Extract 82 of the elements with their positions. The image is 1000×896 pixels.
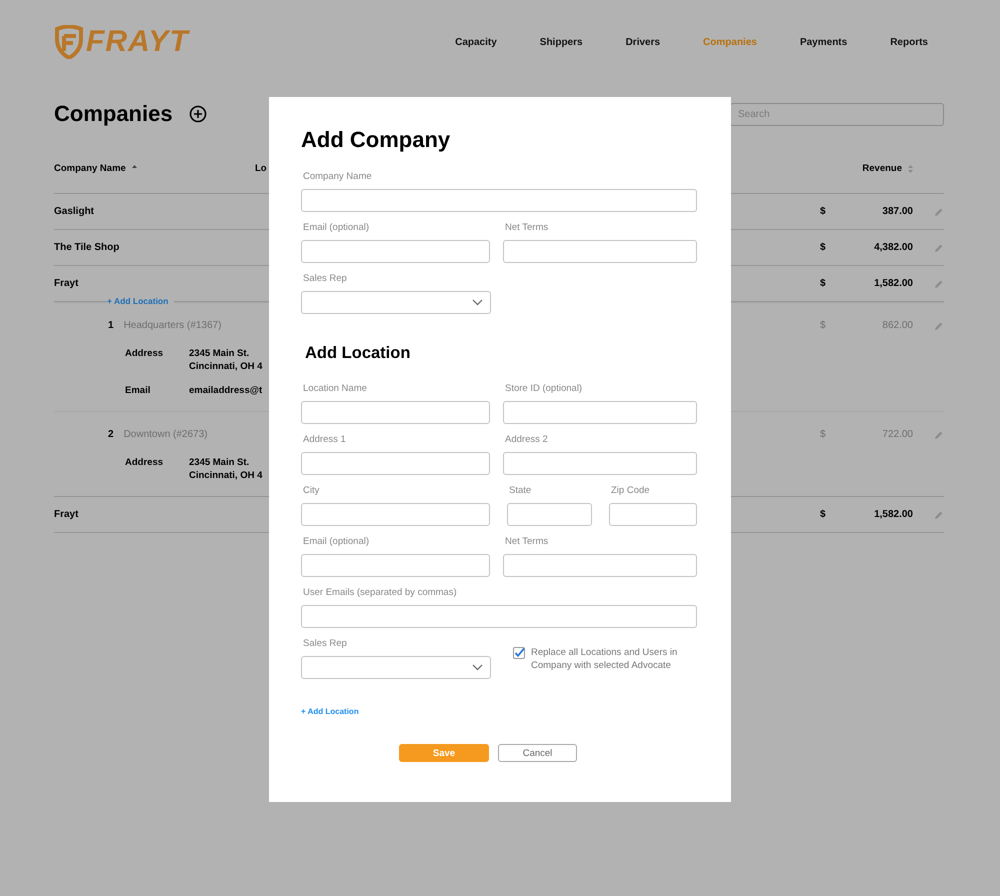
field-label: Net Terms [505, 536, 550, 548]
pencil-icon [935, 208, 943, 216]
nav-link[interactable]: Capacity [455, 36, 497, 48]
table-cell: 1,582.00 [874, 509, 913, 520]
input-field[interactable] [301, 189, 697, 212]
field-label: Address 1 [303, 434, 347, 446]
field-label: Email (optional) [303, 222, 370, 234]
table-cell-text: $ [820, 278, 827, 289]
field-label: Email (optional) [303, 536, 370, 548]
dropdown[interactable] [301, 656, 491, 679]
field-label: Sales Rep [303, 273, 348, 285]
field-label: Sales Rep [303, 638, 348, 650]
pencil-icon [935, 510, 943, 518]
input-field[interactable] [301, 240, 490, 263]
dialog-title: Add Company [301, 127, 452, 153]
column-header[interactable]: Revenue [862, 163, 902, 174]
table-cell: 722.00 [882, 429, 913, 440]
checkbox-label: Replace all Locations and Users in Company with selected Advocate [531, 646, 678, 672]
field-label: Location Name [303, 383, 368, 395]
detail-label: Address [125, 456, 164, 470]
input-field[interactable] [301, 452, 490, 475]
table-cell: 1,582.00 [874, 278, 913, 289]
location-number: 1 [108, 320, 114, 331]
input-field[interactable] [301, 503, 490, 526]
pencil-icon [935, 244, 943, 252]
table-cell-text: $ [820, 206, 827, 217]
table-cell-text: $ [820, 429, 827, 440]
nav-link[interactable]: Shippers [540, 36, 583, 48]
dropdown[interactable] [301, 291, 491, 314]
input-field[interactable] [301, 401, 490, 424]
input-field[interactable] [301, 554, 490, 577]
add-icon [188, 105, 207, 123]
table-cell-text: Frayt [54, 509, 80, 520]
detail-value: 2345 Main St. Cincinnati, OH 4 [189, 347, 264, 373]
field-label: Zip Code [611, 485, 651, 497]
pencil-icon [935, 280, 943, 288]
field-label: City [303, 485, 320, 497]
table-cell-text: $ [820, 242, 827, 253]
input-field[interactable] [507, 503, 592, 526]
table-cell-text: $ [820, 320, 827, 331]
checkbox[interactable] [513, 647, 525, 659]
page-title: Companies [54, 101, 173, 127]
location-name: Downtown (#2673) [124, 429, 208, 440]
table-cell: 862.00 [882, 320, 913, 331]
logo-text: FRAYT [86, 25, 189, 59]
input-field[interactable] [503, 554, 697, 577]
field-label: Net Terms [505, 222, 550, 234]
field-label: User Emails (separated by commas) [303, 587, 458, 599]
section-heading: Add Location [305, 344, 412, 363]
nav-link[interactable]: Drivers [626, 36, 660, 48]
field-label: Company Name [303, 171, 373, 183]
location-number: 2 [108, 429, 114, 440]
table-cell-text: Gaslight [54, 206, 96, 217]
field-label: Store ID (optional) [505, 383, 584, 395]
table-cell-text: Frayt [54, 278, 80, 289]
detail-value: 2345 Main St. Cincinnati, OH 4 [189, 456, 264, 482]
field-label: Address 2 [505, 434, 549, 446]
pencil-icon [935, 322, 943, 330]
detail-value: emailaddress@t [189, 384, 264, 397]
column-header[interactable]: Company Name [54, 163, 126, 174]
chevron-icon [472, 299, 483, 306]
table-cell: 387.00 [882, 206, 913, 217]
table-cell-text: The Tile Shop [54, 242, 120, 253]
column-header[interactable]: Lo [255, 163, 267, 174]
input-field[interactable] [301, 605, 697, 628]
input-field[interactable] [503, 401, 697, 424]
search-field[interactable]: Search [730, 102, 944, 126]
input-field[interactable] [503, 240, 697, 263]
chevron-icon [472, 664, 483, 671]
shield-icon [54, 25, 84, 59]
input-field[interactable] [503, 452, 697, 475]
input-field[interactable] [609, 503, 697, 526]
pencil-icon [935, 430, 943, 438]
detail-label: Address [125, 347, 164, 361]
detail-label: Email [125, 384, 152, 397]
nav-link[interactable]: Payments [800, 36, 848, 48]
table-cell: 4,382.00 [874, 242, 913, 253]
table-cell-text: $ [820, 509, 827, 520]
cancel-button[interactable]: Cancel [498, 744, 577, 762]
nav-link[interactable]: Reports [890, 36, 928, 48]
field-label: State [509, 485, 532, 497]
location-name: Headquarters (#1367) [124, 320, 222, 331]
